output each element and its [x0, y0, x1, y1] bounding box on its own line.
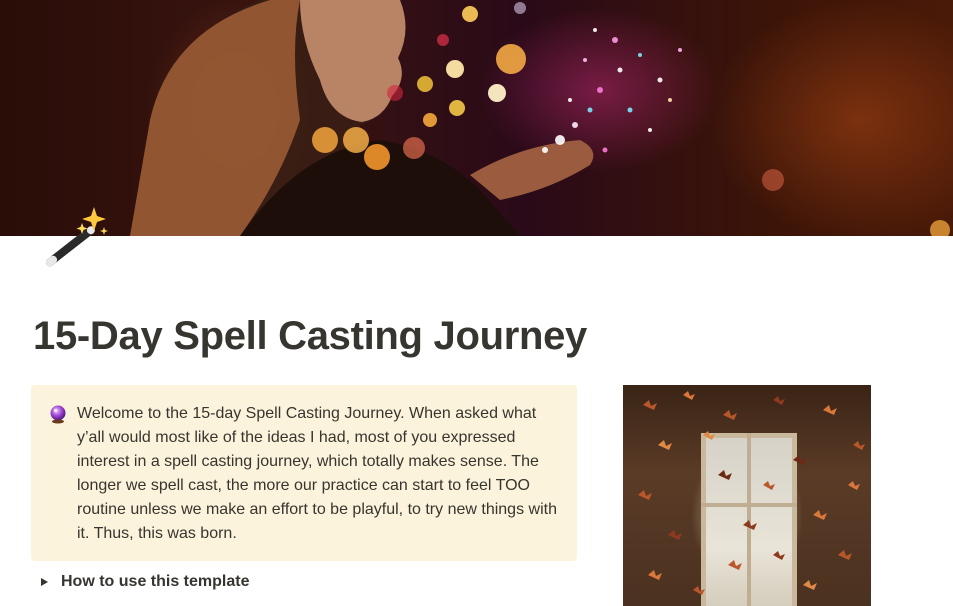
butterflies-window-image[interactable]	[623, 385, 871, 606]
cover-photo-illustration	[130, 0, 950, 236]
how-to-use-toggle[interactable]: How to use this template	[36, 570, 249, 594]
welcome-callout[interactable]: Welcome to the 15-day Spell Casting Jour…	[31, 385, 577, 561]
toggle-label: How to use this template	[61, 573, 250, 590]
magic-wand-sparkles-icon[interactable]	[34, 205, 110, 277]
crystal-ball-icon[interactable]	[48, 404, 68, 424]
cover-image[interactable]	[0, 0, 953, 236]
toggle-triangle-right-icon[interactable]	[36, 574, 52, 590]
page-title[interactable]: 15-Day Spell Casting Journey	[33, 312, 587, 360]
callout-text[interactable]: Welcome to the 15-day Spell Casting Jour…	[77, 402, 562, 546]
butterflies-illustration	[638, 391, 865, 595]
